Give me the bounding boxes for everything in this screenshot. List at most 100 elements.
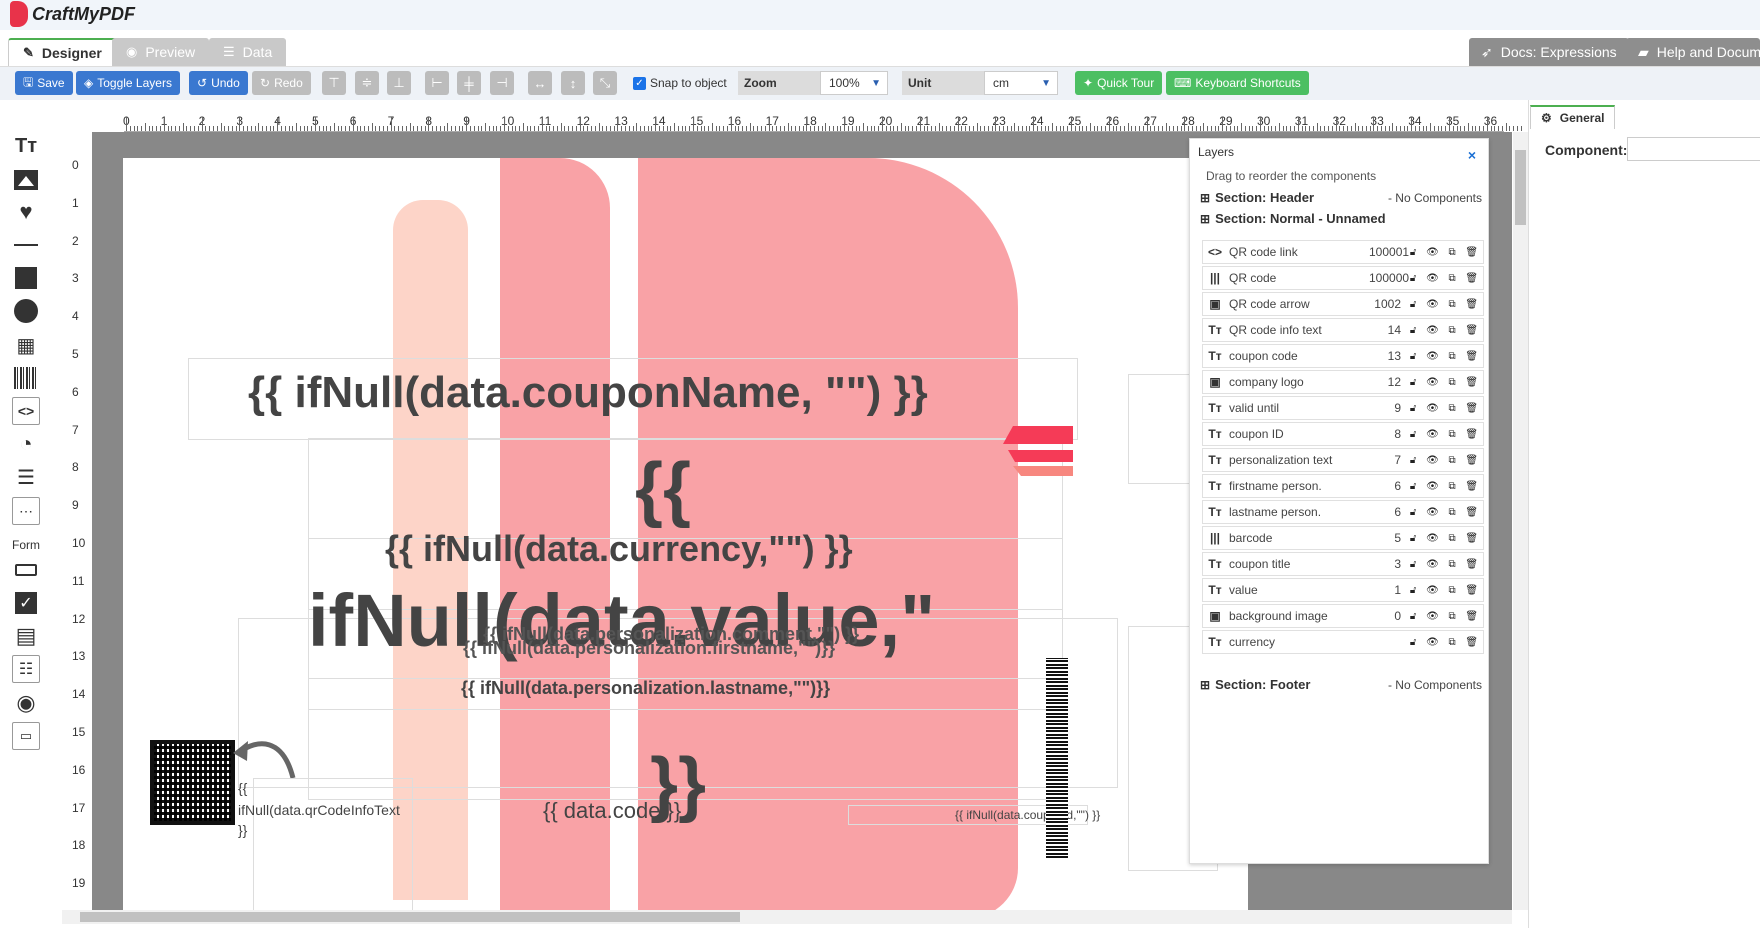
coupon-name-text[interactable]: {{ ifNull(data.couponName, "") }} — [248, 368, 928, 418]
eye-icon[interactable]: 👁︎ — [1426, 533, 1439, 544]
tab-preview[interactable]: ◉ Preview — [112, 38, 210, 66]
signature-tool-icon[interactable]: ▭ — [12, 722, 40, 750]
copy-icon[interactable]: ⧉ — [1449, 455, 1456, 466]
copy-icon[interactable]: ⧉ — [1449, 325, 1456, 336]
trash-icon[interactable]: 🗑︎ — [1465, 325, 1478, 336]
copy-icon[interactable]: ⧉ — [1449, 403, 1456, 414]
layer-row[interactable]: Tт QR code info text 14 🔓︎ 👁︎ ⧉ 🗑︎ — [1202, 318, 1484, 342]
layer-row[interactable]: Tт coupon ID 8 🔓︎ 👁︎ ⧉ 🗑︎ — [1202, 422, 1484, 446]
html-tool-icon[interactable]: <> — [12, 397, 40, 425]
lock-icon[interactable]: 🔓︎ — [1410, 351, 1416, 362]
copy-icon[interactable]: ⧉ — [1449, 351, 1456, 362]
trash-icon[interactable]: 🗑︎ — [1465, 559, 1478, 570]
save-button[interactable]: 🖫 Save — [15, 71, 73, 95]
trash-icon[interactable]: 🗑︎ — [1465, 637, 1478, 648]
eye-icon[interactable]: 👁︎ — [1426, 273, 1439, 284]
circle-tool-icon[interactable] — [12, 297, 40, 325]
help-docs-tab[interactable]: ▰ Help and Docum — [1626, 38, 1760, 66]
eye-icon[interactable]: 👁︎ — [1426, 247, 1439, 258]
align-bottom-icon[interactable]: ⊥ — [387, 71, 411, 95]
layer-row[interactable]: Tт personalization text 7 🔓︎ 👁︎ ⧉ 🗑︎ — [1202, 448, 1484, 472]
component-input[interactable] — [1627, 137, 1760, 161]
copy-icon[interactable]: ⧉ — [1449, 273, 1456, 284]
trash-icon[interactable]: 🗑︎ — [1465, 455, 1478, 466]
heart-shape-icon[interactable]: ♥ — [12, 198, 40, 226]
layer-row[interactable]: <> QR code link 100001 🔓︎ 👁︎ ⧉ 🗑︎ — [1202, 240, 1484, 264]
currency-text[interactable]: {{ ifNull(data.currency,"") }} — [385, 528, 853, 570]
docs-expressions-tab[interactable]: ➶ Docs: Expressions — [1469, 38, 1629, 66]
copy-icon[interactable]: ⧉ — [1449, 559, 1456, 570]
personalization-lastname-text[interactable]: {{ ifNull(data.personalization.lastname,… — [461, 678, 830, 699]
combobox-tool-icon[interactable]: ▤ — [12, 622, 40, 650]
layer-row[interactable]: ▣ company logo 12 🔓︎ 👁︎ ⧉ 🗑︎ — [1202, 370, 1484, 394]
align-right-icon[interactable]: ⊣ — [490, 71, 514, 95]
lock-icon[interactable]: 🔓︎ — [1410, 533, 1416, 544]
trash-icon[interactable]: 🗑︎ — [1465, 273, 1478, 284]
qrcode-tool-icon[interactable]: ▦ — [12, 331, 40, 359]
textfield-tool-icon[interactable] — [12, 556, 40, 584]
barcode-image[interactable] — [1046, 658, 1068, 858]
trash-icon[interactable]: 🗑︎ — [1465, 585, 1478, 596]
lock-icon[interactable]: 🔓︎ — [1410, 299, 1416, 310]
section-footer[interactable]: ⊞ Section: Footer — [1200, 677, 1310, 692]
layer-row[interactable]: ||| barcode 5 🔓︎ 👁︎ ⧉ 🗑︎ — [1202, 526, 1484, 550]
rectangle-tool-icon[interactable] — [12, 264, 40, 292]
stretch-vertical-icon[interactable]: ↕ — [561, 71, 585, 95]
copy-icon[interactable]: ⧉ — [1449, 481, 1456, 492]
copy-icon[interactable]: ⧉ — [1449, 611, 1456, 622]
layer-row[interactable]: Tт firstname person. 6 🔓︎ 👁︎ ⧉ 🗑︎ — [1202, 474, 1484, 498]
layer-row[interactable]: ▣ QR code arrow 1002 🔓︎ 👁︎ ⧉ 🗑︎ — [1202, 292, 1484, 316]
shrink-icon[interactable]: ⤡ — [593, 71, 617, 95]
snap-to-object-toggle[interactable]: ✓ Snap to object — [633, 76, 727, 90]
lock-icon[interactable]: 🔓︎ — [1410, 559, 1416, 570]
eye-icon[interactable]: 👁︎ — [1426, 559, 1439, 570]
lock-icon[interactable]: 🔓︎ — [1410, 585, 1416, 596]
lock-icon[interactable]: 🔓︎ — [1410, 273, 1416, 284]
qr-arrow-image[interactable] — [233, 733, 298, 783]
align-left-icon[interactable]: ⊢ — [425, 71, 449, 95]
lock-icon[interactable]: 🔓︎ — [1410, 611, 1416, 622]
app-logo[interactable]: CraftMyPDF — [10, 0, 135, 28]
lock-icon[interactable]: 🔓︎ — [1410, 637, 1416, 648]
lock-icon[interactable]: 🔓︎ — [1410, 403, 1416, 414]
personalization-firstname-text[interactable]: {{ ifNull(data.personalization.firstname… — [463, 638, 835, 659]
layer-row[interactable]: Tт currency 🔓︎ 👁︎ ⧉ 🗑︎ — [1202, 630, 1484, 654]
close-icon[interactable]: × — [1468, 147, 1476, 163]
text-tool-icon[interactable]: Tт — [12, 132, 40, 160]
chart-tool-icon[interactable]: ◔ — [12, 430, 40, 458]
trash-icon[interactable]: 🗑︎ — [1465, 481, 1478, 492]
layer-row[interactable]: Tт coupon code 13 🔓︎ 👁︎ ⧉ 🗑︎ — [1202, 344, 1484, 368]
stretch-horizontal-icon[interactable]: ↔ — [528, 71, 552, 95]
eye-icon[interactable]: 👁︎ — [1426, 611, 1439, 622]
align-middle-icon[interactable]: ≑ — [355, 71, 379, 95]
coupon-id-text[interactable]: {{ ifNull(data.couponId,"") }} — [955, 808, 1100, 822]
redo-button[interactable]: ↻ Redo — [252, 71, 311, 95]
undo-button[interactable]: ↺ Undo — [189, 71, 248, 95]
image-tool-icon[interactable] — [12, 166, 40, 194]
listbox-tool-icon[interactable]: ☷ — [12, 655, 40, 683]
copy-icon[interactable]: ⧉ — [1449, 533, 1456, 544]
copy-icon[interactable]: ⧉ — [1449, 299, 1456, 310]
eye-icon[interactable]: 👁︎ — [1426, 507, 1439, 518]
lock-icon[interactable]: 🔓︎ — [1410, 325, 1416, 336]
layer-row[interactable]: Tт value 1 🔓︎ 👁︎ ⧉ 🗑︎ — [1202, 578, 1484, 602]
horizontal-scroll-thumb[interactable] — [80, 912, 740, 922]
lock-icon[interactable]: 🔓︎ — [1410, 481, 1416, 492]
align-center-icon[interactable]: ╪ — [457, 71, 481, 95]
design-page[interactable]: {{ ifNull(data.couponName, "") }} {{ {{ … — [123, 158, 1248, 913]
lock-icon[interactable]: 🔓︎ — [1410, 377, 1416, 388]
coupon-code-text[interactable]: {{ data.code }} — [543, 798, 681, 824]
barcode-tool-icon[interactable] — [12, 364, 40, 392]
eye-icon[interactable]: 👁︎ — [1426, 455, 1439, 466]
lock-icon[interactable]: 🔓︎ — [1410, 429, 1416, 440]
eye-icon[interactable]: 👁︎ — [1426, 377, 1439, 388]
zoom-select[interactable]: 100% ▼ — [820, 71, 888, 95]
layer-row[interactable]: Tт coupon title 3 🔓︎ 👁︎ ⧉ 🗑︎ — [1202, 552, 1484, 576]
layer-row[interactable]: Tт lastname person. 6 🔓︎ 👁︎ ⧉ 🗑︎ — [1202, 500, 1484, 524]
trash-icon[interactable]: 🗑︎ — [1465, 377, 1478, 388]
trash-icon[interactable]: 🗑︎ — [1465, 247, 1478, 258]
company-logo-image[interactable] — [1003, 426, 1073, 481]
vertical-scroll-thumb[interactable] — [1515, 150, 1526, 225]
trash-icon[interactable]: 🗑︎ — [1465, 507, 1478, 518]
line-tool-icon[interactable] — [12, 231, 40, 259]
